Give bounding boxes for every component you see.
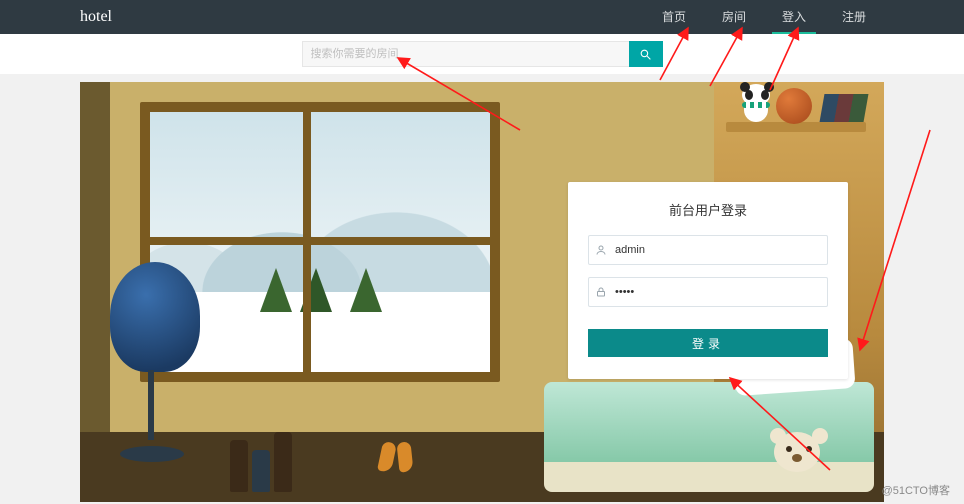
lamp-illustration: [100, 262, 200, 462]
socks-illustration: [380, 442, 420, 482]
basketball-illustration: [776, 88, 812, 124]
page-root: hotel 首页 房间 登入 注册: [0, 0, 964, 504]
nav-item-login[interactable]: 登入: [764, 0, 824, 34]
user-icon: [595, 244, 607, 256]
nav-item-rooms[interactable]: 房间: [704, 0, 764, 34]
search-icon: [639, 48, 652, 61]
books-illustration: [820, 94, 869, 122]
brand-logo[interactable]: hotel: [80, 8, 112, 26]
search-bar: [0, 34, 964, 74]
nav-item-register[interactable]: 注册: [824, 0, 884, 34]
panda-toy-illustration: [740, 84, 774, 124]
login-submit-button[interactable]: 登录: [588, 329, 828, 357]
teddy-illustration: [764, 432, 834, 502]
password-input[interactable]: [613, 285, 821, 299]
lock-icon: [595, 286, 607, 298]
username-input[interactable]: [613, 243, 821, 257]
search-button[interactable]: [629, 41, 663, 67]
login-panel: 前台用户登录 登录: [568, 182, 848, 379]
search-input[interactable]: [302, 41, 629, 67]
password-field-wrap[interactable]: [588, 277, 828, 307]
top-nav: hotel 首页 房间 登入 注册: [0, 0, 964, 34]
search-wrap: [302, 41, 663, 67]
username-field-wrap[interactable]: [588, 235, 828, 265]
nav-item-home[interactable]: 首页: [644, 0, 704, 34]
hero-illustration: 前台用户登录 登录: [80, 82, 884, 502]
login-title: 前台用户登录: [588, 200, 828, 219]
watermark: @51CTO博客: [882, 482, 950, 498]
